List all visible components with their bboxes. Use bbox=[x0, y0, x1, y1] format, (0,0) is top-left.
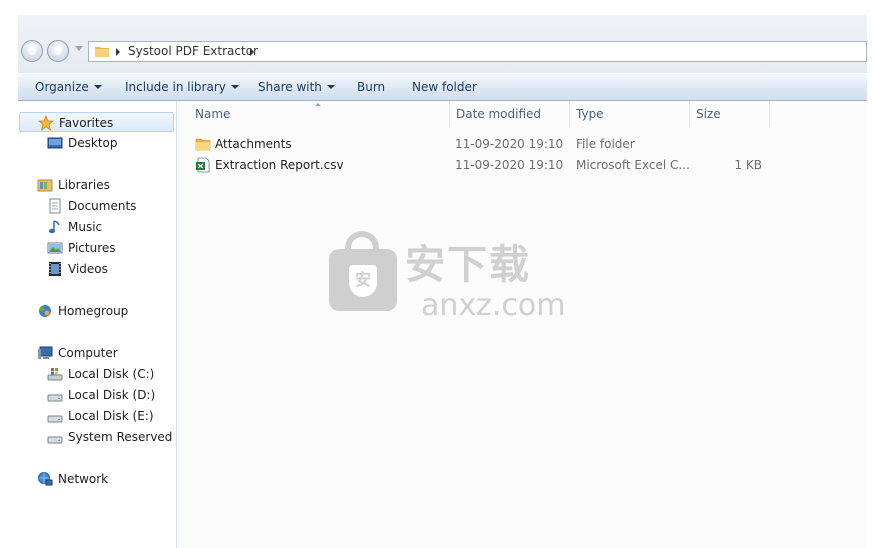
nav-local-disk-e[interactable]: Local Disk (E:) bbox=[47, 406, 174, 426]
file-date: 11-09-2020 19:10 bbox=[455, 137, 564, 151]
nav-music[interactable]: Music bbox=[47, 217, 174, 237]
file-name: Attachments bbox=[215, 137, 292, 151]
nav-label: Libraries bbox=[58, 178, 110, 192]
chevron-down-icon bbox=[326, 85, 335, 89]
command-bar: Organize Include in library Share with B… bbox=[18, 73, 867, 101]
file-row[interactable]: Attachments 11-09-2020 19:10 File folder bbox=[177, 134, 867, 154]
drive-icon bbox=[47, 436, 63, 444]
breadcrumb-separator-icon[interactable] bbox=[250, 48, 254, 56]
homegroup-icon bbox=[39, 305, 51, 317]
system-drive-icon bbox=[47, 368, 63, 381]
nav-label: Desktop bbox=[68, 136, 118, 150]
nav-computer[interactable]: Computer bbox=[37, 343, 174, 363]
nav-local-disk-d[interactable]: Local Disk (D:) bbox=[47, 385, 174, 405]
excel-csv-icon bbox=[196, 157, 210, 173]
new-folder-button[interactable]: New folder bbox=[412, 80, 477, 94]
computer-icon bbox=[38, 346, 53, 359]
drive-icon bbox=[47, 394, 63, 402]
back-button[interactable] bbox=[21, 40, 43, 62]
include-in-library-button[interactable]: Include in library bbox=[125, 80, 239, 94]
forward-button[interactable] bbox=[47, 40, 69, 62]
nav-label: Local Disk (D:) bbox=[68, 388, 156, 402]
nav-videos[interactable]: Videos bbox=[47, 259, 174, 279]
pictures-icon bbox=[47, 242, 63, 254]
sort-ascending-icon bbox=[315, 103, 321, 106]
chevron-down-icon bbox=[230, 85, 239, 89]
file-type: File folder bbox=[576, 137, 635, 151]
nav-libraries[interactable]: Libraries bbox=[37, 175, 174, 195]
navigation-pane: Favorites Desktop Libraries Documents Mu… bbox=[18, 101, 177, 548]
nav-label: Pictures bbox=[68, 241, 116, 255]
column-header-size[interactable]: Size bbox=[696, 101, 721, 127]
organize-button[interactable]: Organize bbox=[35, 80, 102, 94]
file-date: 11-09-2020 19:10 bbox=[455, 158, 564, 172]
nav-label: Network bbox=[58, 472, 109, 486]
watermark-shield-icon: 安 bbox=[349, 265, 377, 297]
watermark: 安 安下载 anxz.com bbox=[329, 231, 566, 331]
column-divider[interactable] bbox=[689, 101, 690, 127]
chevron-down-icon bbox=[93, 85, 102, 89]
nav-label: Music bbox=[68, 220, 103, 234]
column-divider[interactable] bbox=[569, 101, 570, 127]
nav-label: Favorites bbox=[59, 116, 114, 130]
watermark-cn-text: 安下载 bbox=[405, 242, 531, 288]
file-row[interactable]: Extraction Report.csv 11-09-2020 19:10 M… bbox=[177, 155, 867, 175]
nav-homegroup[interactable]: Homegroup bbox=[37, 301, 174, 321]
column-header-name[interactable]: Name bbox=[195, 101, 230, 127]
file-type: Microsoft Excel C... bbox=[576, 158, 690, 172]
nav-label: Local Disk (E:) bbox=[68, 409, 154, 423]
documents-icon bbox=[49, 198, 61, 214]
nav-system-reserved[interactable]: System Reserved (H: bbox=[47, 427, 176, 447]
nav-desktop[interactable]: Desktop bbox=[47, 133, 174, 153]
desktop-icon bbox=[47, 137, 63, 149]
nav-label: Documents bbox=[68, 199, 137, 213]
breadcrumb-systool-pdf-extractor[interactable]: Systool PDF Extractor bbox=[128, 44, 258, 58]
address-area: Systool PDF Extractor bbox=[18, 15, 867, 73]
music-icon bbox=[49, 220, 60, 234]
folder-icon bbox=[95, 47, 109, 57]
recent-pages-dropdown[interactable] bbox=[75, 46, 83, 51]
nav-label: Videos bbox=[68, 262, 108, 276]
breadcrumb-separator-icon[interactable] bbox=[116, 48, 120, 56]
libraries-icon bbox=[37, 179, 53, 192]
watermark-en-text: anxz.com bbox=[421, 288, 566, 323]
file-name: Extraction Report.csv bbox=[215, 158, 344, 172]
nav-label: Local Disk (C:) bbox=[68, 367, 155, 381]
organize-label: Organize bbox=[35, 80, 89, 94]
include-in-library-label: Include in library bbox=[125, 80, 226, 94]
nav-favorites[interactable]: Favorites bbox=[19, 112, 174, 132]
nav-documents[interactable]: Documents bbox=[47, 196, 174, 216]
videos-icon bbox=[49, 262, 61, 276]
column-header-date-modified[interactable]: Date modified bbox=[456, 101, 541, 127]
nav-network[interactable]: Network bbox=[37, 469, 174, 489]
explorer-window: Systool PDF Extractor Organize Include i… bbox=[18, 15, 867, 548]
nav-local-disk-c[interactable]: Local Disk (C:) bbox=[47, 364, 174, 384]
column-header-type[interactable]: Type bbox=[576, 101, 604, 127]
folder-icon bbox=[195, 138, 211, 151]
drive-icon bbox=[47, 415, 63, 423]
address-bar[interactable]: Systool PDF Extractor bbox=[88, 41, 867, 62]
column-divider[interactable] bbox=[449, 101, 450, 127]
nav-pictures[interactable]: Pictures bbox=[47, 238, 174, 258]
column-divider[interactable] bbox=[769, 101, 770, 127]
nav-label: Computer bbox=[58, 346, 118, 360]
network-icon bbox=[38, 472, 53, 486]
nav-label: System Reserved (H: bbox=[68, 430, 176, 444]
file-size: 1 KB bbox=[734, 158, 762, 172]
nav-label: Homegroup bbox=[58, 304, 129, 318]
share-with-button[interactable]: Share with bbox=[258, 80, 335, 94]
burn-button[interactable]: Burn bbox=[357, 80, 385, 94]
star-icon bbox=[38, 115, 54, 131]
share-with-label: Share with bbox=[258, 80, 322, 94]
